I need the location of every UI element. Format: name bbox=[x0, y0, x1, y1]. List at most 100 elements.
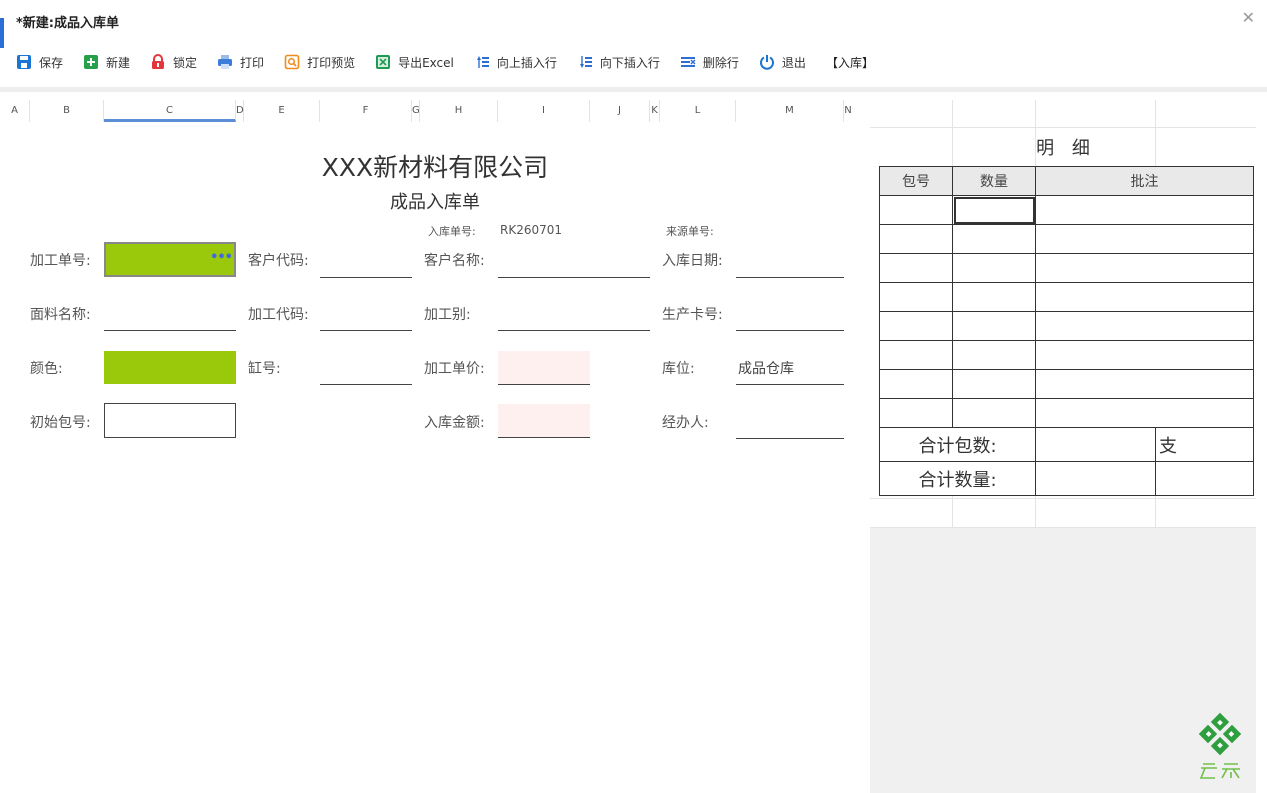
handler-field[interactable] bbox=[736, 438, 844, 439]
total-qty-value[interactable] bbox=[1035, 461, 1156, 496]
grid-line bbox=[870, 527, 1256, 528]
cell[interactable] bbox=[952, 253, 1036, 283]
more-options-icon[interactable]: ••• bbox=[210, 250, 233, 265]
insert-row-below-icon bbox=[577, 54, 593, 70]
delete-row-button[interactable]: 删除行 bbox=[680, 48, 739, 76]
process-code-field[interactable] bbox=[320, 330, 412, 331]
color-label: 颜色: bbox=[30, 361, 63, 377]
prod-card-field[interactable] bbox=[736, 330, 844, 331]
cell[interactable] bbox=[952, 369, 1036, 399]
cell[interactable] bbox=[879, 340, 953, 370]
cell[interactable] bbox=[1035, 311, 1254, 341]
insert-row-above-icon bbox=[474, 54, 490, 70]
cell[interactable] bbox=[1035, 224, 1254, 254]
close-icon[interactable]: ✕ bbox=[1242, 8, 1255, 27]
vat-no-field[interactable] bbox=[320, 384, 412, 385]
cell[interactable] bbox=[952, 340, 1036, 370]
cell[interactable] bbox=[952, 282, 1036, 312]
print-preview-button[interactable]: 打印预览 bbox=[284, 48, 355, 76]
print-preview-label: 打印预览 bbox=[307, 55, 356, 70]
cell-active[interactable] bbox=[952, 195, 1036, 225]
column-header-a[interactable]: A bbox=[0, 100, 30, 122]
cell[interactable] bbox=[879, 369, 953, 399]
location-underline bbox=[736, 384, 844, 385]
table-row bbox=[879, 369, 1254, 399]
print-button[interactable]: 打印 bbox=[217, 48, 264, 76]
company-name: XXX新材料有限公司 bbox=[321, 153, 549, 182]
column-header-c[interactable]: C bbox=[104, 100, 236, 122]
col-pack-no: 包号 bbox=[879, 166, 953, 196]
cell[interactable] bbox=[952, 311, 1036, 341]
column-header-k[interactable]: K bbox=[650, 100, 660, 122]
total-packs-value[interactable] bbox=[1035, 427, 1156, 462]
cell[interactable] bbox=[879, 195, 953, 225]
lock-button[interactable]: 锁定 bbox=[150, 48, 197, 76]
detail-table: 包号 数量 批注 合计包数: 支 合计数量: bbox=[879, 166, 1254, 496]
lock-label: 锁定 bbox=[173, 55, 198, 70]
cell[interactable] bbox=[1035, 398, 1254, 428]
customer-code-field[interactable] bbox=[320, 277, 412, 278]
insert-row-below-button[interactable]: 向下插入行 bbox=[577, 48, 660, 76]
table-row bbox=[879, 311, 1254, 341]
cell[interactable] bbox=[1035, 253, 1254, 283]
in-date-field[interactable] bbox=[736, 277, 844, 278]
cell[interactable] bbox=[879, 282, 953, 312]
save-icon bbox=[16, 54, 32, 70]
cell[interactable] bbox=[879, 253, 953, 283]
cell[interactable] bbox=[1035, 282, 1254, 312]
column-header-f[interactable]: F bbox=[320, 100, 412, 122]
cell[interactable] bbox=[879, 224, 953, 254]
unit-price-field[interactable] bbox=[498, 351, 590, 385]
detail-title: 明 细 bbox=[1036, 138, 1096, 159]
column-header-e[interactable]: E bbox=[244, 100, 320, 122]
document-title: 成品入库单 bbox=[390, 192, 480, 213]
column-header-h[interactable]: H bbox=[420, 100, 498, 122]
prod-card-label: 生产卡号: bbox=[662, 307, 723, 323]
init-pack-field[interactable] bbox=[104, 403, 236, 438]
lock-icon bbox=[150, 54, 166, 70]
col-remark: 批注 bbox=[1035, 166, 1254, 196]
cell[interactable] bbox=[879, 398, 953, 428]
fabric-name-field[interactable] bbox=[104, 330, 236, 331]
new-button[interactable]: 新建 bbox=[83, 48, 130, 76]
total-packs-row: 合计包数: 支 bbox=[879, 427, 1254, 462]
table-row bbox=[879, 195, 1254, 225]
save-button[interactable]: 保存 bbox=[16, 48, 63, 76]
cell[interactable] bbox=[1035, 340, 1254, 370]
cell[interactable] bbox=[952, 398, 1036, 428]
in-date-label: 入库日期: bbox=[662, 253, 723, 269]
cell[interactable] bbox=[879, 311, 953, 341]
table-row bbox=[879, 224, 1254, 254]
location-value[interactable]: 成品仓库 bbox=[738, 358, 794, 378]
table-row bbox=[879, 253, 1254, 283]
amount-label: 入库金额: bbox=[424, 415, 485, 431]
exit-button[interactable]: 退出 bbox=[759, 48, 806, 76]
doc-no-value: RK260701 bbox=[500, 223, 563, 237]
column-header-n[interactable]: N bbox=[844, 100, 852, 122]
column-header-i[interactable]: I bbox=[498, 100, 590, 122]
cell[interactable] bbox=[952, 224, 1036, 254]
customer-name-field[interactable] bbox=[498, 277, 650, 278]
export-excel-button[interactable]: 导出Excel bbox=[375, 48, 454, 76]
column-header-g[interactable]: G bbox=[412, 100, 420, 122]
process-no-label: 加工单号: bbox=[30, 253, 91, 269]
table-row bbox=[879, 398, 1254, 428]
process-type-field[interactable] bbox=[498, 330, 650, 331]
color-field[interactable] bbox=[104, 351, 236, 384]
total-qty-extra[interactable] bbox=[1155, 461, 1254, 496]
column-header-j[interactable]: J bbox=[590, 100, 650, 122]
process-code-label: 加工代码: bbox=[248, 307, 309, 323]
column-header-m[interactable]: M bbox=[736, 100, 844, 122]
process-no-field[interactable]: ••• bbox=[104, 242, 236, 277]
column-header-b[interactable]: B bbox=[30, 100, 104, 122]
brand-logo-icon bbox=[1197, 712, 1243, 782]
column-header-d[interactable]: D bbox=[236, 100, 244, 122]
source-no-label: 来源单号: bbox=[666, 225, 714, 238]
detail-header-row: 包号 数量 批注 bbox=[879, 166, 1254, 196]
column-header-l[interactable]: L bbox=[660, 100, 736, 122]
fabric-name-label: 面料名称: bbox=[30, 307, 91, 323]
cell[interactable] bbox=[1035, 195, 1254, 225]
amount-field[interactable] bbox=[498, 404, 590, 438]
cell[interactable] bbox=[1035, 369, 1254, 399]
insert-row-above-button[interactable]: 向上插入行 bbox=[474, 48, 557, 76]
